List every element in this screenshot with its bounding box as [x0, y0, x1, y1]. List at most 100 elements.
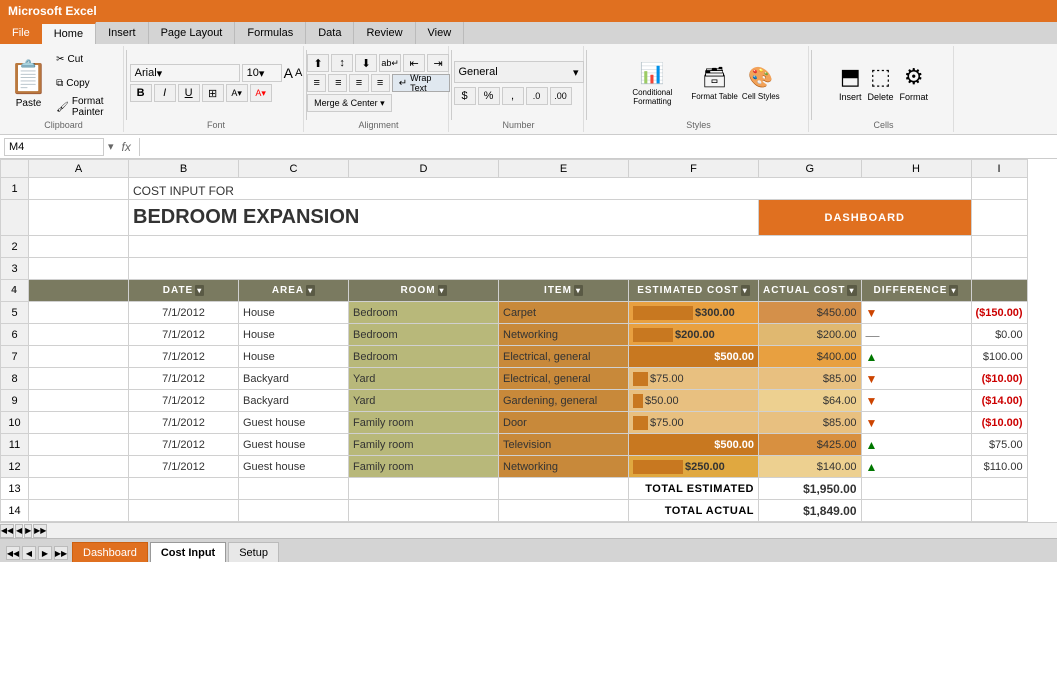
cell-actual-10[interactable]: $85.00	[759, 412, 862, 434]
header-i4[interactable]	[971, 280, 1027, 302]
cell-dashboard[interactable]: DASHBOARD	[759, 200, 972, 236]
sheet-tab-dashboard[interactable]: Dashboard	[72, 542, 148, 562]
cell-area-7[interactable]: House	[239, 346, 349, 368]
cell-d13[interactable]	[349, 478, 499, 500]
cell-room-6[interactable]: Bedroom	[349, 324, 499, 346]
cell-est-11[interactable]: $500.00	[629, 434, 759, 456]
cell-room-10[interactable]: Family room	[349, 412, 499, 434]
font-shrink-icon[interactable]: A	[295, 67, 302, 79]
align-left-button[interactable]: ≡	[307, 74, 326, 92]
cell-e14[interactable]	[499, 500, 629, 522]
cell-diff-8[interactable]: ($10.00)	[971, 368, 1027, 390]
tab-page-layout[interactable]: Page Layout	[149, 22, 236, 44]
cell-room-9[interactable]: Yard	[349, 390, 499, 412]
cell-item-6[interactable]: Networking	[499, 324, 629, 346]
cell-c13[interactable]	[239, 478, 349, 500]
insert-btn[interactable]: ⬒ Insert	[839, 64, 862, 102]
cell-est-6[interactable]: $200.00	[629, 324, 759, 346]
italic-button[interactable]: I	[154, 84, 176, 102]
diff-dropdown-arrow[interactable]: ▾	[949, 285, 958, 296]
cell-c14[interactable]	[239, 500, 349, 522]
cell-item-5[interactable]: Carpet	[499, 302, 629, 324]
col-header-h[interactable]: H	[861, 160, 971, 178]
header-diff[interactable]: DIFFERENCE ▾	[861, 280, 971, 302]
cell-est-8[interactable]: $75.00	[629, 368, 759, 390]
room-header-dropdown[interactable]: ROOM ▾	[400, 285, 446, 296]
cell-a7[interactable]	[29, 346, 129, 368]
cell-total-actual-value[interactable]: $1,849.00	[759, 500, 862, 522]
cell-room-8[interactable]: Yard	[349, 368, 499, 390]
cell-est-9[interactable]: $50.00	[629, 390, 759, 412]
col-header-a[interactable]: A	[29, 160, 129, 178]
cell-b14[interactable]	[129, 500, 239, 522]
comma-button[interactable]: ,	[502, 87, 524, 105]
cell-i13[interactable]	[971, 478, 1027, 500]
col-header-e[interactable]: E	[499, 160, 629, 178]
cell-title-large[interactable]: BEDROOM EXPANSION	[129, 200, 759, 236]
date-header-dropdown[interactable]: DATE ▾	[163, 285, 205, 296]
font-grow-icon[interactable]: A	[284, 65, 293, 81]
col-header-d[interactable]: D	[349, 160, 499, 178]
increase-decimal-button[interactable]: .0	[526, 87, 548, 105]
col-header-b[interactable]: B	[129, 160, 239, 178]
cell-actual-9[interactable]: $64.00	[759, 390, 862, 412]
cell-b13[interactable]	[129, 478, 239, 500]
cell-actual-11[interactable]: $425.00	[759, 434, 862, 456]
cell-actual-7[interactable]: $400.00	[759, 346, 862, 368]
item-header-dropdown[interactable]: ITEM ▾	[544, 285, 583, 296]
expand-arrow[interactable]: ▾	[108, 140, 114, 153]
number-format-dropdown[interactable]: General ▾	[454, 61, 584, 83]
sheet-tab-nav-next[interactable]: ▶	[38, 546, 52, 560]
cell-room-12[interactable]: Family room	[349, 456, 499, 478]
cut-button[interactable]: ✂ Cut	[52, 48, 118, 70]
cell-d14[interactable]	[349, 500, 499, 522]
cell-a3[interactable]	[29, 258, 129, 280]
cell-diff-7[interactable]: $100.00	[971, 346, 1027, 368]
room-dropdown-arrow[interactable]: ▾	[438, 285, 447, 296]
col-header-g[interactable]: G	[759, 160, 862, 178]
header-room[interactable]: ROOM ▾	[349, 280, 499, 302]
cell-est-10[interactable]: $75.00	[629, 412, 759, 434]
cell-a13[interactable]	[29, 478, 129, 500]
cell-e13[interactable]	[499, 478, 629, 500]
cell-i1[interactable]	[971, 178, 1027, 200]
cell-i1b[interactable]	[971, 200, 1027, 236]
format-table-btn[interactable]: 🗃 Format Table	[691, 65, 738, 101]
cell-est-7[interactable]: $500.00	[629, 346, 759, 368]
cell-diff-5[interactable]: ($150.00)	[971, 302, 1027, 324]
align-top-button[interactable]: ⬆	[307, 54, 329, 72]
sheet-nav-next[interactable]: ▶	[24, 524, 32, 538]
align-right-button[interactable]: ≡	[349, 74, 368, 92]
cell-actual-5[interactable]: $450.00	[759, 302, 862, 324]
cell-a10[interactable]	[29, 412, 129, 434]
sheet-nav-last[interactable]: ▶▶	[33, 524, 47, 538]
cell-est-5[interactable]: $300.00	[629, 302, 759, 324]
conditional-formatting-btn[interactable]: 📊 Conditional Formatting	[617, 61, 687, 106]
col-header-f[interactable]: F	[629, 160, 759, 178]
cell-area-11[interactable]: Guest house	[239, 434, 349, 456]
cell-room-11[interactable]: Family room	[349, 434, 499, 456]
cell-i3[interactable]	[971, 258, 1027, 280]
cell-room-7[interactable]: Bedroom	[349, 346, 499, 368]
sheet-tab-nav-first[interactable]: ◀◀	[6, 546, 20, 560]
cell-diff-10[interactable]: ($10.00)	[971, 412, 1027, 434]
cell-item-9[interactable]: Gardening, general	[499, 390, 629, 412]
cell-date-6[interactable]: 7/1/2012	[129, 324, 239, 346]
paste-button[interactable]: 📋 Paste	[9, 52, 48, 114]
cell-date-8[interactable]: 7/1/2012	[129, 368, 239, 390]
cell-total-est-value[interactable]: $1,950.00	[759, 478, 862, 500]
cell-item-7[interactable]: Electrical, general	[499, 346, 629, 368]
align-center-button[interactable]: ≡	[328, 74, 347, 92]
estimated-header-dropdown[interactable]: ESTIMATED COST ▾	[637, 285, 750, 296]
indent-increase-button[interactable]: ⇥	[427, 54, 449, 72]
item-dropdown-arrow[interactable]: ▾	[574, 285, 583, 296]
cell-area-6[interactable]: House	[239, 324, 349, 346]
cell-a2[interactable]	[29, 236, 129, 258]
date-dropdown-arrow[interactable]: ▾	[195, 285, 204, 296]
cell-date-10[interactable]: 7/1/2012	[129, 412, 239, 434]
cell-a12[interactable]	[29, 456, 129, 478]
cell-area-9[interactable]: Backyard	[239, 390, 349, 412]
font-color-button[interactable]: A▾	[250, 84, 272, 102]
sheet-nav-prev[interactable]: ◀	[15, 524, 23, 538]
cell-h14[interactable]	[861, 500, 971, 522]
